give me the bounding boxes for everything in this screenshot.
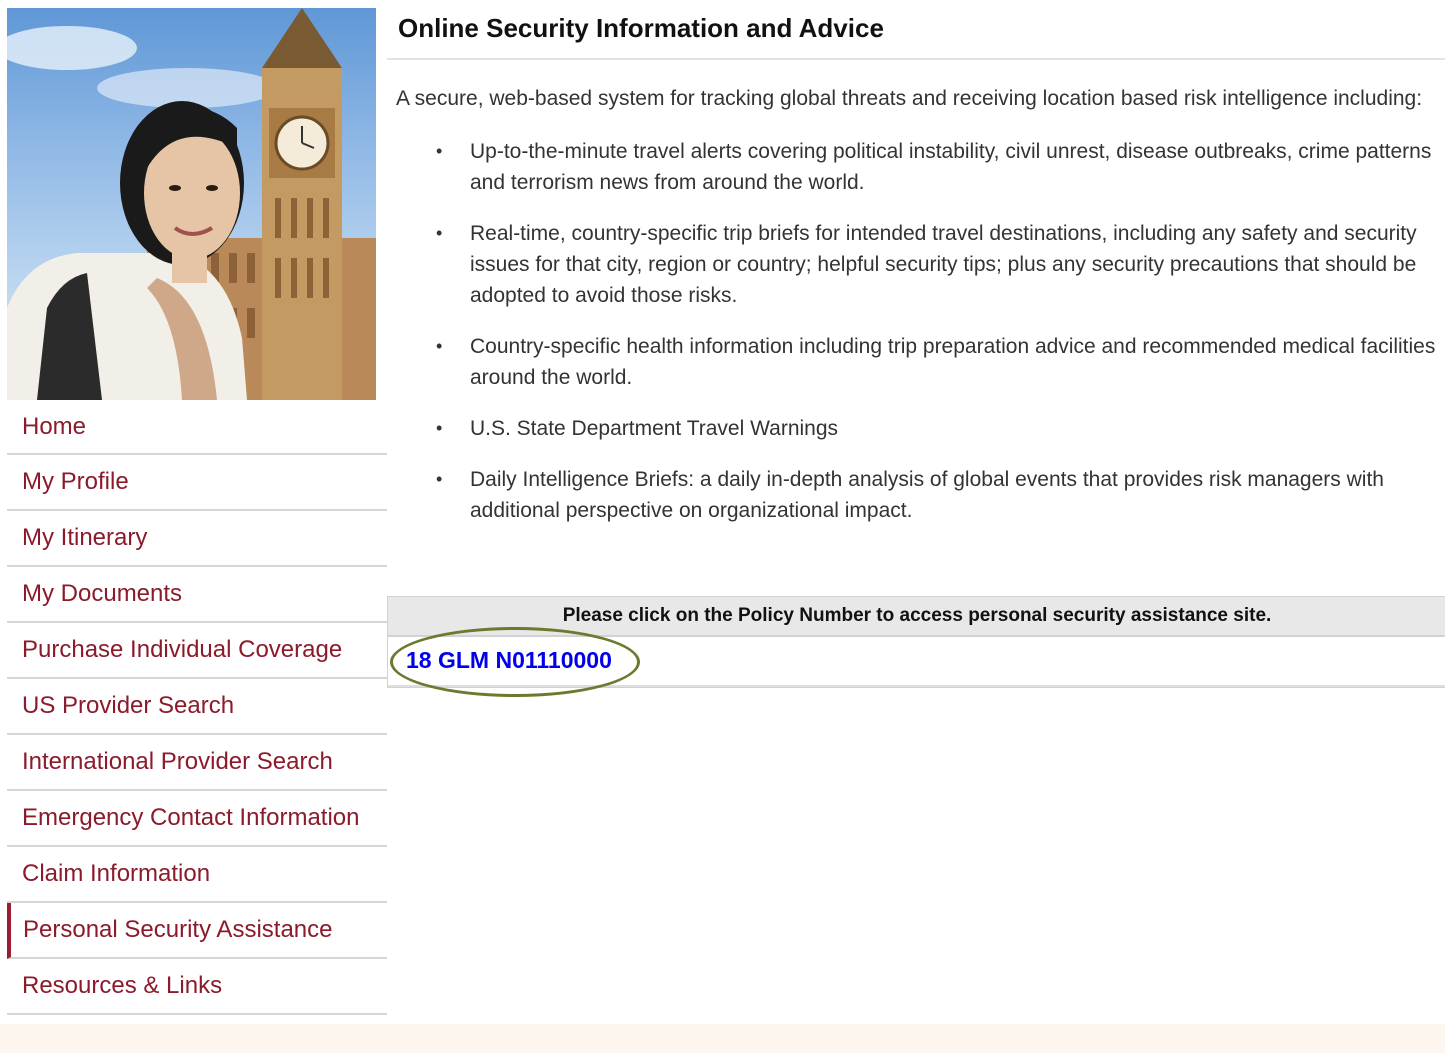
- list-item-text: U.S. State Department Travel Warnings: [470, 417, 839, 440]
- hero-illustration: [7, 8, 376, 400]
- main-content: Online Security Information and Advice A…: [387, 8, 1445, 688]
- sidebar-item-purchase-individual-coverage[interactable]: Purchase Individual Coverage: [7, 623, 387, 679]
- bullet-icon: •: [436, 469, 443, 489]
- intro-paragraph: A secure, web-based system for tracking …: [396, 87, 1423, 110]
- sidebar-item-my-documents[interactable]: My Documents: [7, 567, 387, 623]
- list-item-text: Daily Intelligence Briefs: a daily in-de…: [470, 468, 1384, 522]
- sidebar-item-my-profile[interactable]: My Profile: [7, 455, 387, 511]
- policy-number-link[interactable]: 18 GLM N01110000: [406, 647, 612, 674]
- list-item-text: Country-specific health information incl…: [470, 335, 1436, 389]
- left-column: [7, 8, 377, 400]
- sidebar-item-personal-security-assistance[interactable]: Personal Security Assistance: [7, 903, 387, 959]
- list-item: • Up-to-the-minute travel alerts coverin…: [387, 136, 1445, 198]
- list-item: • Daily Intelligence Briefs: a daily in-…: [387, 464, 1445, 526]
- list-item: • U.S. State Department Travel Warnings: [387, 413, 1445, 444]
- list-item: • Country-specific health information in…: [387, 331, 1445, 393]
- sidebar-item-international-provider-search[interactable]: International Provider Search: [7, 735, 387, 791]
- bullet-icon: •: [436, 223, 443, 243]
- list-item-text: Real-time, country-specific trip briefs …: [470, 222, 1417, 307]
- list-item-text: Up-to-the-minute travel alerts covering …: [470, 140, 1432, 194]
- sidebar-item-us-provider-search[interactable]: US Provider Search: [7, 679, 387, 735]
- list-item: • Real-time, country-specific trip brief…: [387, 218, 1445, 311]
- feature-list: • Up-to-the-minute travel alerts coverin…: [387, 136, 1445, 526]
- footer-band: [0, 1024, 1445, 1053]
- sidebar-item-my-itinerary[interactable]: My Itinerary: [7, 511, 387, 567]
- bullet-icon: •: [436, 141, 443, 161]
- bullet-icon: •: [436, 418, 443, 438]
- sidebar-nav: Home My Profile My Itinerary My Document…: [7, 400, 387, 1015]
- bullet-icon: •: [436, 336, 443, 356]
- sidebar-item-home[interactable]: Home: [7, 400, 387, 455]
- hero-photo-traveler-big-ben: [7, 8, 376, 400]
- policy-table-header: Please click on the Policy Number to acc…: [388, 597, 1445, 637]
- page-title: Online Security Information and Advice: [387, 8, 1445, 60]
- sidebar-item-emergency-contact-information[interactable]: Emergency Contact Information: [7, 791, 387, 847]
- sidebar-item-resources-links[interactable]: Resources & Links: [7, 959, 387, 1015]
- policy-table: Please click on the Policy Number to acc…: [387, 596, 1445, 688]
- table-row: 18 GLM N01110000: [388, 637, 1445, 687]
- sidebar-item-claim-information[interactable]: Claim Information: [7, 847, 387, 903]
